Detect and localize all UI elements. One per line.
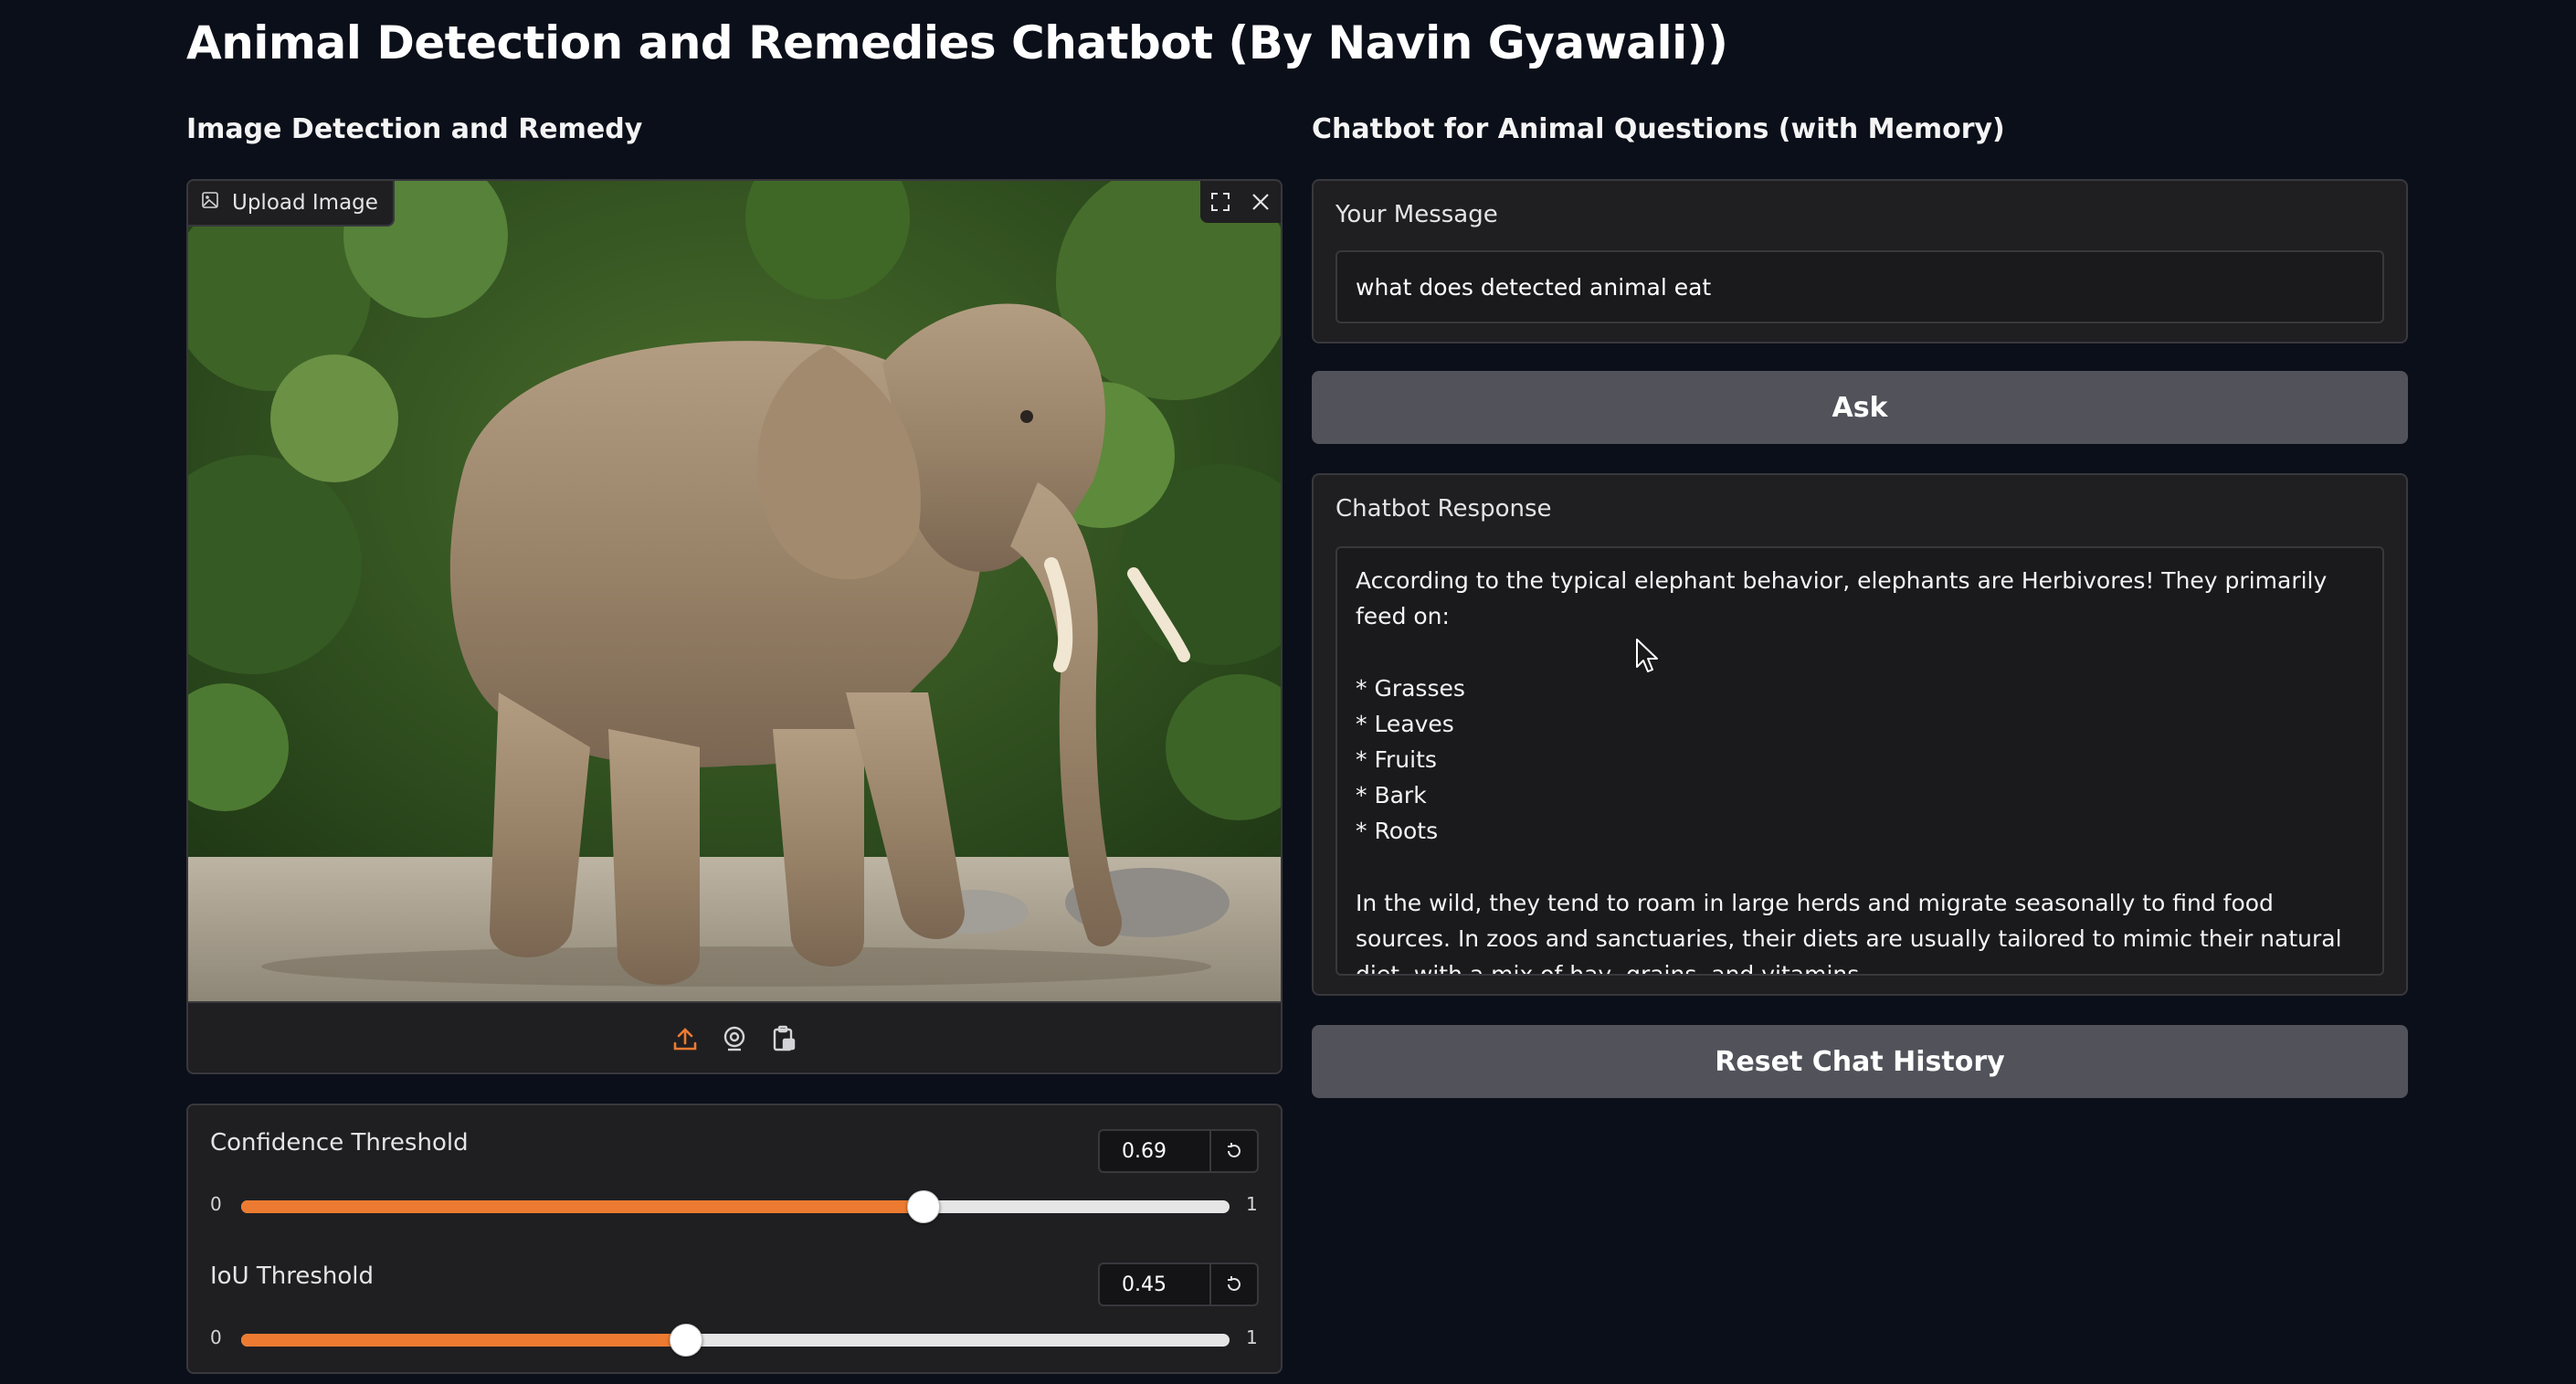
- confidence-threshold-label: Confidence Threshold: [210, 1129, 469, 1157]
- confidence-min-label: 0: [210, 1193, 222, 1215]
- message-input[interactable]: [1336, 250, 2384, 323]
- confidence-threshold-input[interactable]: [1100, 1131, 1209, 1171]
- confidence-max-label: 1: [1246, 1193, 1258, 1215]
- your-message-label: Your Message: [1336, 201, 1498, 228]
- mouse-cursor-icon: [1636, 639, 1658, 672]
- iou-reset-icon[interactable]: [1209, 1264, 1257, 1305]
- image-icon: [201, 191, 219, 215]
- chatbot-response-textarea[interactable]: According to the typical elephant behavi…: [1336, 546, 2384, 976]
- iou-slider-thumb[interactable]: [669, 1324, 702, 1357]
- upload-icon[interactable]: [670, 1024, 700, 1053]
- message-panel: Your Message: [1312, 179, 2408, 343]
- upload-image-label: Upload Image: [188, 181, 395, 227]
- iou-slider-fill: [241, 1334, 686, 1347]
- confidence-slider-fill: [241, 1200, 924, 1213]
- confidence-slider-thumb[interactable]: [906, 1190, 940, 1223]
- page-title: Animal Detection and Remedies Chatbot (B…: [186, 16, 1728, 69]
- iou-threshold-label: IoU Threshold: [210, 1263, 375, 1290]
- iou-threshold-slider[interactable]: [241, 1324, 1230, 1357]
- iou-threshold-input[interactable]: [1100, 1264, 1209, 1305]
- response-panel: Chatbot Response According to the typica…: [1312, 473, 2408, 996]
- confidence-threshold-slider[interactable]: [241, 1190, 1230, 1223]
- iou-number-box: [1098, 1263, 1259, 1306]
- confidence-number-box: [1098, 1129, 1259, 1173]
- upload-image-label-text: Upload Image: [232, 191, 378, 215]
- image-toolbar: [1200, 181, 1281, 223]
- reset-chat-history-button[interactable]: Reset Chat History: [1312, 1025, 2408, 1098]
- close-icon[interactable]: [1240, 181, 1281, 223]
- confidence-reset-icon[interactable]: [1209, 1131, 1257, 1171]
- iou-min-label: 0: [210, 1326, 222, 1348]
- clipboard-icon[interactable]: [769, 1024, 798, 1053]
- threshold-sliders-panel: Confidence Threshold 0 1 IoU Threshold 0…: [186, 1104, 1283, 1374]
- chatbot-section-heading: Chatbot for Animal Questions (with Memor…: [1312, 113, 2005, 145]
- image-section-heading: Image Detection and Remedy: [186, 113, 643, 145]
- fullscreen-icon[interactable]: [1200, 181, 1240, 223]
- ask-button[interactable]: Ask: [1312, 371, 2408, 444]
- chatbot-response-label: Chatbot Response: [1336, 495, 1552, 523]
- image-upload-panel[interactable]: Upload Image: [186, 179, 1283, 1074]
- elephant-photo: [188, 181, 1281, 1001]
- image-source-bar: [188, 1001, 1281, 1072]
- webcam-icon[interactable]: [720, 1024, 749, 1053]
- iou-max-label: 1: [1246, 1326, 1258, 1348]
